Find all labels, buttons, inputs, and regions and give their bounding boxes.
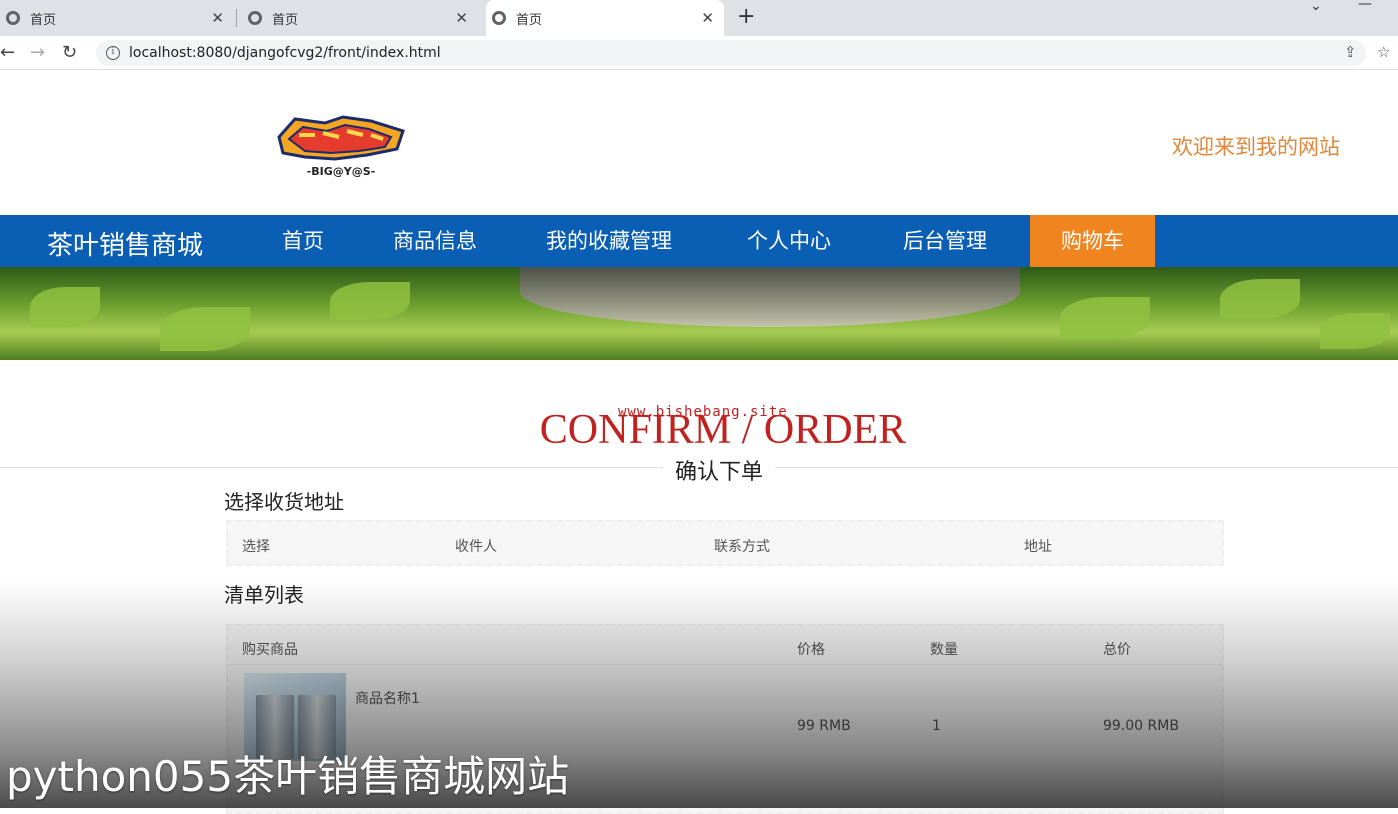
banner-stone — [520, 267, 1020, 327]
watermark: www.bishebang.site — [618, 404, 788, 420]
globe-icon — [492, 11, 506, 25]
nav-item-cart[interactable]: 购物车 — [1030, 215, 1155, 267]
new-tab-icon[interactable]: + — [737, 4, 755, 29]
close-icon[interactable]: ✕ — [455, 9, 468, 27]
column-header: 价格 — [797, 642, 825, 658]
tab-title: 首页 — [30, 12, 57, 28]
brand-name[interactable]: 茶叶销售商城 — [47, 225, 203, 262]
welcome-text: 欢迎来到我的网站 — [1172, 135, 1340, 159]
column-header: 地址 — [1024, 539, 1052, 555]
minimize-icon[interactable]: — — [1358, 0, 1372, 12]
column-header: 总价 — [1103, 642, 1131, 658]
main-content: CONFIRM / ORDER www.bishebang.site 确认下单 … — [0, 360, 1398, 814]
info-icon[interactable]: i — [106, 46, 120, 60]
address-bar: ← → ↻ i localhost:8080/djangofcvg2/front… — [0, 36, 1398, 70]
browser-tab-bar: 首页 ✕ 首页 ✕ 首页 ✕ + ⌄ — — [0, 0, 1398, 36]
forward-icon[interactable]: → — [30, 42, 45, 63]
tab-separator — [236, 9, 237, 27]
logo-text: -BIG@Y@S- — [307, 165, 376, 178]
close-icon[interactable]: ✕ — [701, 9, 714, 27]
banner-leaf — [160, 307, 250, 351]
logo[interactable]: -BIG@Y@S- — [275, 115, 407, 181]
column-header: 联系方式 — [714, 539, 770, 555]
order-list-heading: 清单列表 — [224, 583, 304, 607]
product-name[interactable]: 商品名称1 — [355, 688, 420, 708]
nav-item-admin[interactable]: 后台管理 — [903, 215, 987, 267]
close-icon[interactable]: ✕ — [211, 9, 224, 27]
bookmark-star-icon[interactable]: ☆ — [1377, 43, 1390, 61]
banner-leaf — [1320, 313, 1390, 349]
browser-tab[interactable]: 首页 ✕ — [0, 0, 234, 36]
main-nav: 茶叶销售商城 首页 商品信息 我的收藏管理 个人中心 后台管理 购物车 — [0, 215, 1398, 267]
column-header: 选择 — [242, 539, 270, 555]
banner-leaf — [1060, 297, 1150, 339]
banner-image — [0, 267, 1398, 360]
nav-item-favorites[interactable]: 我的收藏管理 — [546, 215, 672, 267]
browser-tab-active[interactable]: 首页 ✕ — [486, 0, 724, 36]
product-price: 99 RMB — [797, 718, 851, 734]
tab-title: 首页 — [516, 12, 543, 28]
column-header: 数量 — [930, 642, 958, 658]
tab-title: 首页 — [272, 12, 299, 28]
back-icon[interactable]: ← — [0, 42, 15, 63]
url-text: localhost:8080/djangofcvg2/front/index.h… — [129, 45, 441, 61]
column-header: 收件人 — [455, 539, 497, 555]
site-header: -BIG@Y@S- 欢迎来到我的网站 — [0, 71, 1398, 215]
share-icon[interactable]: ⇪ — [1344, 43, 1357, 61]
banner-leaf — [330, 282, 410, 320]
nav-item-products[interactable]: 商品信息 — [393, 215, 477, 267]
product-total: 99.00 RMB — [1103, 718, 1179, 734]
nav-item-home[interactable]: 首页 — [282, 215, 324, 267]
url-input[interactable]: i localhost:8080/djangofcvg2/front/index… — [96, 40, 1366, 66]
browser-tab[interactable]: 首页 ✕ — [242, 0, 478, 36]
row-divider — [228, 664, 1222, 665]
column-header: 购买商品 — [242, 642, 298, 658]
address-heading: 选择收货地址 — [224, 490, 344, 514]
address-table: 选择 收件人 联系方式 地址 — [226, 520, 1224, 566]
video-caption: python055茶叶销售商城网站 — [6, 752, 570, 801]
globe-icon — [6, 11, 20, 25]
product-quantity: 1 — [932, 718, 941, 734]
reload-icon[interactable]: ↻ — [62, 42, 77, 63]
banner-leaf — [30, 287, 100, 327]
banner-leaf — [1220, 279, 1300, 319]
page-title-cn: 确认下单 — [663, 454, 776, 486]
globe-icon — [248, 11, 262, 25]
nav-item-profile[interactable]: 个人中心 — [747, 215, 831, 267]
chevron-down-icon[interactable]: ⌄ — [1310, 0, 1322, 14]
